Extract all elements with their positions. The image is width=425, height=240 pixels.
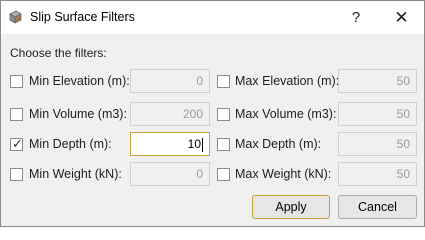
max-depth-label: Max Depth (m): — [235, 137, 322, 151]
max-volume-checkbox[interactable] — [217, 108, 230, 121]
window-title: Slip Surface Filters — [30, 10, 135, 24]
max-volume-field[interactable]: 50 — [338, 102, 417, 126]
title-bar: Slip Surface Filters ? ✕ — [1, 1, 424, 34]
app-icon — [9, 10, 22, 24]
min-elevation-checkbox[interactable] — [10, 75, 23, 88]
min-volume-label: Min Volume (m3): — [29, 107, 127, 121]
filters-prompt: Choose the filters: — [10, 46, 107, 60]
min-elevation-field[interactable]: 0 — [130, 69, 210, 93]
text-caret — [202, 137, 203, 152]
min-volume-checkbox[interactable] — [10, 108, 23, 121]
close-button[interactable]: ✕ — [379, 1, 424, 34]
max-elevation-checkbox[interactable] — [217, 75, 230, 88]
max-weight-field[interactable]: 50 — [338, 162, 417, 186]
apply-button[interactable]: Apply — [252, 195, 330, 219]
max-elevation-label: Max Elevation (m): — [235, 74, 340, 88]
min-depth-field[interactable]: 10 — [130, 132, 210, 156]
max-weight-label: Max Weight (kN): — [235, 167, 332, 181]
min-depth-label: Min Depth (m): — [29, 137, 112, 151]
min-volume-field[interactable]: 200 — [130, 102, 210, 126]
checkmark-icon: ✓ — [12, 136, 23, 151]
max-depth-field[interactable]: 50 — [338, 132, 417, 156]
dialog-window: Slip Surface Filters ? ✕ Choose the filt… — [0, 0, 425, 227]
max-depth-checkbox[interactable] — [217, 138, 230, 151]
min-depth-checkbox[interactable]: ✓ — [10, 136, 23, 151]
min-weight-label: Min Weight (kN): — [29, 167, 122, 181]
max-weight-checkbox[interactable] — [217, 168, 230, 181]
help-button[interactable]: ? — [333, 1, 379, 34]
min-weight-field[interactable]: 0 — [130, 162, 210, 186]
min-depth-value: 10 — [187, 137, 201, 151]
min-elevation-label: Min Elevation (m): — [29, 74, 130, 88]
cancel-button[interactable]: Cancel — [338, 195, 417, 219]
max-volume-label: Max Volume (m3): — [235, 107, 337, 121]
max-elevation-field[interactable]: 50 — [338, 69, 417, 93]
min-weight-checkbox[interactable] — [10, 168, 23, 181]
